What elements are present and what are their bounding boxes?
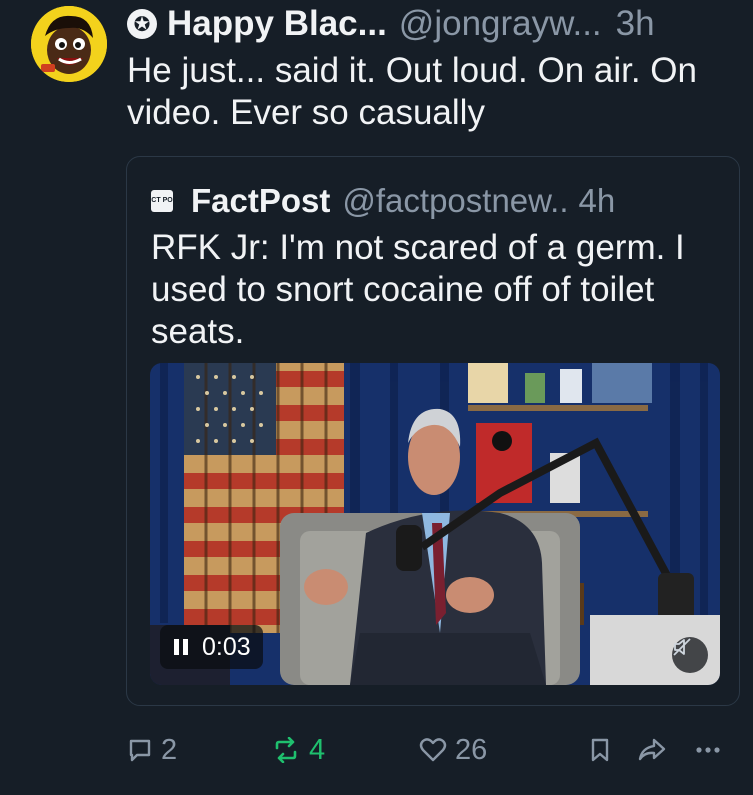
post-time[interactable]: 3h	[616, 4, 655, 44]
quoted-author-handle[interactable]: @factpostnew..	[342, 182, 568, 220]
quoted-author-name[interactable]: FactPost	[191, 182, 330, 220]
share-icon	[638, 738, 666, 761]
quoted-author-avatar[interactable]: FACT POST	[142, 190, 182, 212]
author-name[interactable]: Happy Blac...	[167, 4, 387, 44]
quoted-post[interactable]: FACT POST FactPost @factpostnew.. 4h RFK…	[126, 156, 740, 706]
repost-count: 4	[309, 733, 326, 766]
quoted-post-text: RFK Jr: I'm not scared of a germ. I used…	[151, 228, 685, 351]
share-button[interactable]	[637, 730, 667, 770]
repost-button[interactable]: 4	[271, 730, 325, 770]
muted-speaker-icon	[673, 638, 691, 656]
mute-button[interactable]	[672, 637, 708, 673]
video-player[interactable]: 0:03	[150, 363, 720, 685]
post-header: ✪ Happy Blac... @jongrayw... 3h	[127, 2, 743, 46]
quoted-post-header: FACT POST FactPost @factpostnew.. 4h	[142, 181, 721, 221]
like-count: 26	[455, 733, 488, 766]
bookmark-button[interactable]	[589, 730, 611, 770]
action-bar: 2 4 26	[127, 730, 727, 770]
reply-button[interactable]: 2	[127, 730, 177, 770]
pause-icon[interactable]	[174, 639, 188, 655]
star-badge-icon: ✪	[127, 9, 157, 39]
reply-icon	[129, 739, 151, 762]
bookmark-icon	[591, 738, 609, 762]
more-options-button[interactable]	[695, 730, 721, 770]
quoted-post-time[interactable]: 4h	[579, 182, 616, 220]
author-handle[interactable]: @jongrayw...	[399, 4, 602, 44]
video-timestamp: 0:03	[202, 632, 251, 661]
like-button[interactable]: 26	[419, 730, 487, 770]
more-icon	[696, 747, 720, 753]
playback-pill[interactable]: 0:03	[160, 625, 263, 669]
heart-icon	[419, 738, 447, 762]
repost-icon	[275, 737, 297, 763]
reply-count: 2	[161, 733, 178, 766]
post-text: He just... said it. Out loud. On air. On…	[127, 51, 697, 132]
cartoon-avatar-icon	[31, 6, 107, 82]
author-avatar[interactable]	[31, 6, 107, 82]
